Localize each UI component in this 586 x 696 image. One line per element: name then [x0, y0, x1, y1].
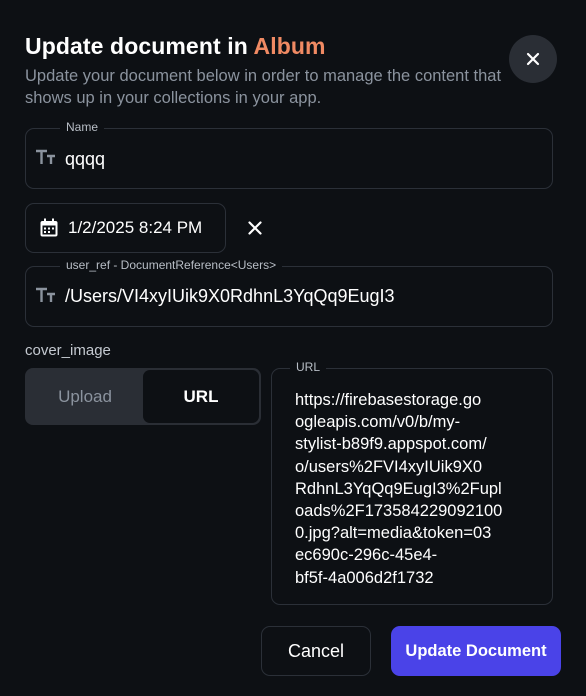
name-field[interactable]: Name qqqq [25, 120, 553, 189]
clear-date-button[interactable] [244, 217, 266, 239]
calendar-icon [39, 218, 59, 238]
url-field[interactable]: URL https://firebasestorage.go ogleapis.… [271, 360, 553, 605]
upload-tab[interactable]: Upload [27, 370, 143, 423]
text-type-icon [35, 149, 57, 170]
close-icon [248, 221, 262, 235]
dialog-title: Update document in Album [25, 33, 326, 60]
cancel-button[interactable]: Cancel [261, 626, 371, 676]
close-button[interactable] [509, 35, 557, 83]
cover-image-source-toggle: Upload URL [25, 368, 261, 425]
date-picker[interactable]: 1/2/2025 8:24 PM [25, 203, 226, 253]
url-field-label: URL [290, 360, 327, 374]
dialog-subtitle: Update your document below in order to m… [25, 67, 502, 107]
user-ref-field[interactable]: user_ref - DocumentReference<Users> /Use… [25, 258, 553, 327]
text-type-icon [35, 287, 57, 308]
name-field-label: Name [60, 120, 105, 134]
update-document-button[interactable]: Update Document [391, 626, 561, 676]
url-tab[interactable]: URL [143, 370, 259, 423]
collection-name: Album [253, 33, 326, 59]
dialog-title-prefix: Update document in [25, 33, 254, 59]
cover-image-label: cover_image [25, 342, 111, 359]
date-value: 1/2/2025 8:24 PM [68, 218, 203, 237]
url-value: https://firebasestorage.go ogleapis.com/… [295, 391, 503, 587]
user-ref-field-label: user_ref - DocumentReference<Users> [60, 258, 283, 272]
close-icon [526, 52, 540, 66]
user-ref-value: /Users/VI4xyIUik9X0RdhnL3YqQq9EugI3 [65, 286, 395, 306]
name-value: qqqq [65, 149, 106, 169]
